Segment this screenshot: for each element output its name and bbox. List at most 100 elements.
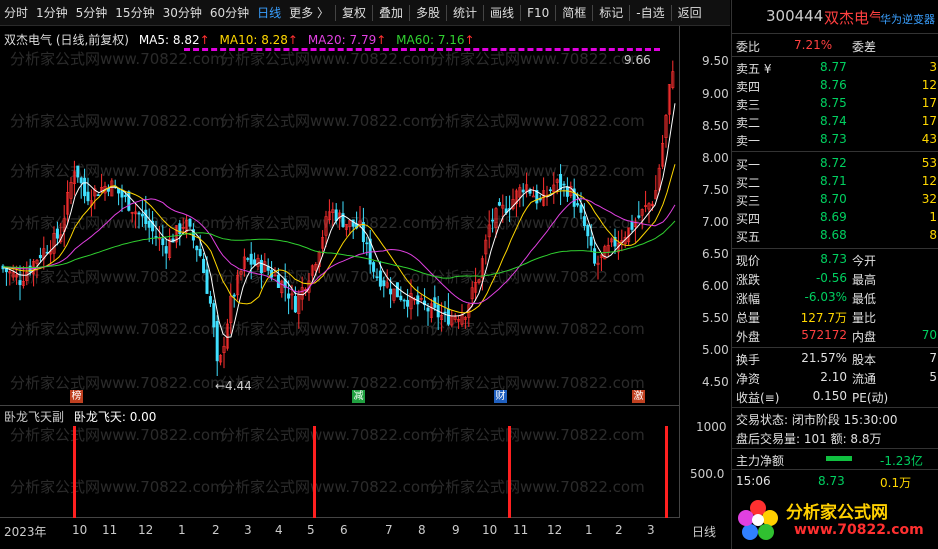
fuquan-button[interactable]: 复权 bbox=[338, 0, 370, 26]
candle-body bbox=[123, 195, 127, 197]
candle-body bbox=[630, 221, 634, 230]
logo-url: www.70822.com bbox=[794, 522, 924, 538]
buy-volume: 53 bbox=[921, 156, 937, 170]
stat-value: 127.7万 bbox=[800, 311, 847, 325]
back-button[interactable]: 返回 bbox=[674, 0, 706, 26]
candle-body bbox=[562, 183, 566, 186]
stats-button[interactable]: 统计 bbox=[449, 0, 481, 26]
sell-volume: 3 bbox=[929, 60, 937, 74]
period-15min[interactable]: 15分钟 bbox=[111, 0, 158, 26]
indicator-axis-tick: 500.0 bbox=[690, 467, 725, 481]
candle-body bbox=[208, 296, 212, 304]
high-annotation: 9.66 bbox=[624, 53, 651, 67]
price-tick: 6.00 bbox=[702, 279, 729, 293]
buy-volume: 12 bbox=[921, 174, 937, 188]
sell-row[interactable]: 卖五 ¥ 8.77 3 bbox=[732, 58, 938, 77]
sell-row[interactable]: 卖一 8.73 43 bbox=[732, 130, 938, 149]
flower-logo-icon bbox=[738, 500, 778, 540]
f10-button[interactable]: F10 bbox=[523, 0, 553, 26]
stat-value: 70 bbox=[921, 328, 937, 342]
stat-label: 现价 bbox=[736, 254, 761, 268]
candle-body bbox=[55, 228, 59, 239]
divider bbox=[732, 56, 938, 57]
buy-row[interactable]: 买二 8.71 12 bbox=[732, 172, 938, 191]
buy-row[interactable]: 买一 8.72 53 bbox=[732, 154, 938, 173]
candle-body bbox=[144, 209, 148, 224]
period-indicator[interactable]: 日线 bbox=[692, 523, 716, 540]
stat-label: 总量 bbox=[736, 311, 761, 325]
event-marker-reduce[interactable]: 减 bbox=[352, 390, 365, 403]
buy-row[interactable]: 买五 8.68 8 bbox=[732, 226, 938, 245]
ma-line-0 bbox=[2, 103, 676, 338]
candle-body bbox=[293, 296, 297, 313]
after-hours: 盘后交易量: 101 额: 8.8万 bbox=[732, 428, 938, 447]
buy-label: 买三 bbox=[736, 194, 761, 208]
stat-row: 净资 2.10 流通 5 bbox=[732, 368, 938, 387]
date-tick: 3 bbox=[244, 523, 252, 537]
buy-row[interactable]: 买四 8.69 1 bbox=[732, 208, 938, 227]
period-5min[interactable]: 5分钟 bbox=[72, 0, 112, 26]
stat-value: 8.73 bbox=[820, 252, 847, 266]
concept-badge[interactable]: 华为逆变器 bbox=[880, 11, 935, 27]
divider bbox=[732, 448, 938, 449]
stat-value: 5 bbox=[929, 370, 937, 384]
overlay-button[interactable]: 叠加 bbox=[375, 0, 407, 26]
candle-body bbox=[259, 259, 263, 274]
stat-label: 涨跌 bbox=[736, 273, 761, 287]
period-fenshi[interactable]: 分时 bbox=[0, 0, 32, 26]
period-1min[interactable]: 1分钟 bbox=[32, 0, 72, 26]
buy-row[interactable]: 买三 8.70 32 bbox=[732, 190, 938, 209]
signal-bar bbox=[665, 426, 668, 518]
draw-line-button[interactable]: 画线 bbox=[486, 0, 518, 26]
mark-button[interactable]: 标记 bbox=[595, 0, 627, 26]
candle-body bbox=[559, 173, 563, 190]
candle-body bbox=[140, 213, 144, 217]
candle-body bbox=[497, 202, 501, 206]
sell-row[interactable]: 卖二 8.74 17 bbox=[732, 112, 938, 131]
stock-name: 双杰电气 bbox=[824, 9, 885, 27]
price-tick: 7.50 bbox=[702, 183, 729, 197]
indicator-axis-tick: 1000 bbox=[696, 420, 727, 434]
period-30min[interactable]: 30分钟 bbox=[159, 0, 206, 26]
candle-body bbox=[361, 222, 365, 243]
price-tick: 9.00 bbox=[702, 87, 729, 101]
main-net-label: 主力净额 bbox=[736, 454, 785, 468]
candle-body bbox=[375, 276, 379, 279]
toolbar-divider bbox=[592, 4, 594, 21]
kline-chart[interactable] bbox=[0, 26, 680, 406]
sell-row[interactable]: 卖四 8.76 12 bbox=[732, 76, 938, 95]
stat-value: 572172 bbox=[801, 328, 847, 342]
date-tick: 2 bbox=[615, 523, 623, 537]
candle-body bbox=[215, 321, 219, 362]
sell-label: 卖三 bbox=[736, 98, 761, 112]
event-marker-finance[interactable]: 财 bbox=[494, 390, 507, 403]
candle-body bbox=[548, 189, 552, 192]
date-tick: 6 bbox=[340, 523, 348, 537]
candle-body bbox=[365, 242, 369, 245]
main-net-row: 主力净额 -1.23亿 bbox=[732, 450, 938, 469]
candle-body bbox=[576, 203, 580, 206]
candle-body bbox=[287, 293, 291, 299]
multi-stock-button[interactable]: 多股 bbox=[412, 0, 444, 26]
simple-frame-button[interactable]: 简框 bbox=[558, 0, 590, 26]
signal-bar bbox=[508, 426, 511, 518]
candle-body bbox=[334, 209, 338, 222]
event-marker-rank[interactable]: 榜 bbox=[70, 390, 83, 403]
date-tick: 1 bbox=[178, 523, 186, 537]
date-tick: 12 bbox=[547, 523, 563, 537]
candle-body bbox=[491, 219, 495, 222]
period-more[interactable]: 更多 〉 bbox=[285, 0, 333, 26]
date-tick: 12 bbox=[138, 523, 154, 537]
period-daily[interactable]: 日线 bbox=[253, 0, 285, 26]
date-tick: 11 bbox=[102, 523, 118, 537]
candle-body bbox=[86, 191, 90, 202]
watchlist-button[interactable]: -自选 bbox=[632, 0, 668, 26]
sell-row[interactable]: 卖三 8.75 17 bbox=[732, 94, 938, 113]
event-marker-incentive[interactable]: 激 bbox=[632, 390, 645, 403]
chart-area[interactable]: 分析家公式网www.70822.com 分析家公式网www.70822.com … bbox=[0, 26, 730, 546]
sell-price: 8.73 bbox=[820, 132, 847, 146]
period-60min[interactable]: 60分钟 bbox=[206, 0, 253, 26]
sell-volume: 17 bbox=[921, 114, 937, 128]
webi-row: 委比 7.21% 委差 bbox=[732, 36, 938, 55]
candle-body bbox=[188, 218, 192, 227]
